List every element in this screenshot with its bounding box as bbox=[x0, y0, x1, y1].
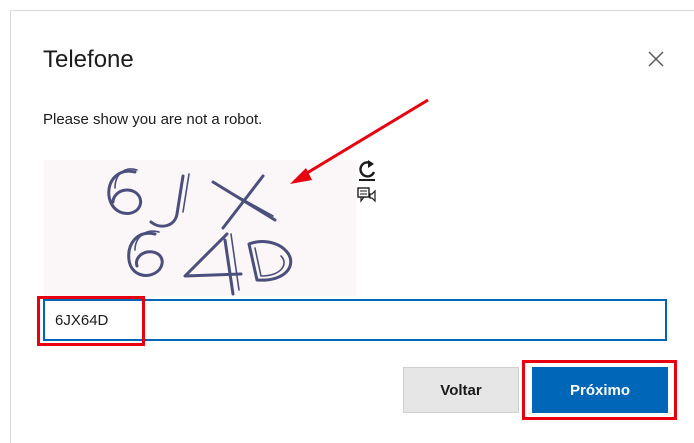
captcha-instruction: Please show you are not a robot. bbox=[43, 111, 263, 128]
close-button[interactable] bbox=[645, 48, 667, 70]
captcha-image bbox=[43, 160, 357, 296]
refresh-icon[interactable] bbox=[356, 158, 378, 182]
dialog-title: Telefone bbox=[43, 46, 134, 73]
close-icon bbox=[648, 51, 664, 67]
audio-icon[interactable] bbox=[356, 186, 378, 206]
captcha-input[interactable] bbox=[43, 299, 667, 341]
back-button[interactable]: Voltar bbox=[403, 367, 519, 413]
next-button[interactable]: Próximo bbox=[532, 367, 668, 413]
